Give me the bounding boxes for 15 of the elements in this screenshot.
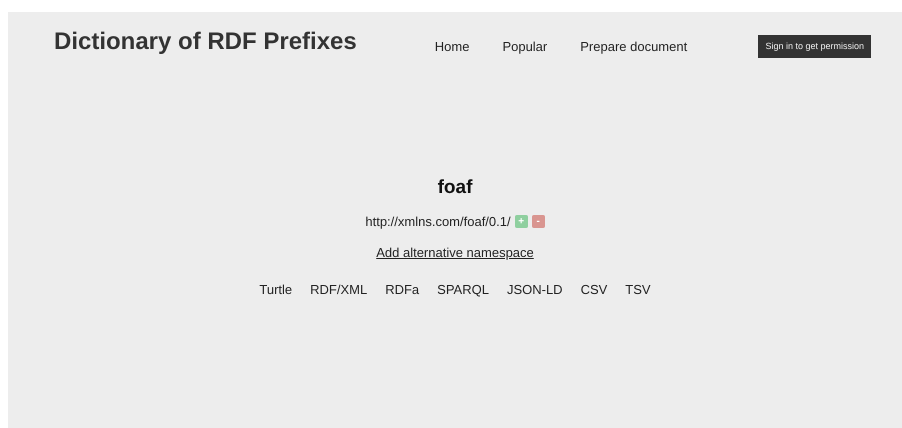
add-namespace-link[interactable]: Add alternative namespace [376, 245, 534, 260]
format-link[interactable]: SPARQL [437, 282, 489, 297]
prefix-heading: foaf [438, 177, 472, 199]
site-title[interactable]: Dictionary of RDF Prefixes [54, 28, 357, 56]
nav-link[interactable]: Home [434, 38, 470, 54]
format-link[interactable]: Turtle [259, 282, 292, 297]
format-link[interactable]: RDFa [385, 282, 420, 297]
nav-link[interactable]: Popular [502, 38, 548, 54]
format-link[interactable]: JSON-LD [506, 282, 563, 297]
format-link[interactable]: TSV [625, 282, 651, 297]
namespace-uri: http://xmlns.com/foaf/0.1/ [365, 214, 511, 229]
nav-link[interactable]: Prepare document [580, 38, 688, 54]
format-link[interactable]: RDF/XML [310, 282, 368, 297]
sign-in-button[interactable]: Sign in to get permission [758, 34, 871, 58]
format-link[interactable]: CSV [580, 282, 608, 297]
